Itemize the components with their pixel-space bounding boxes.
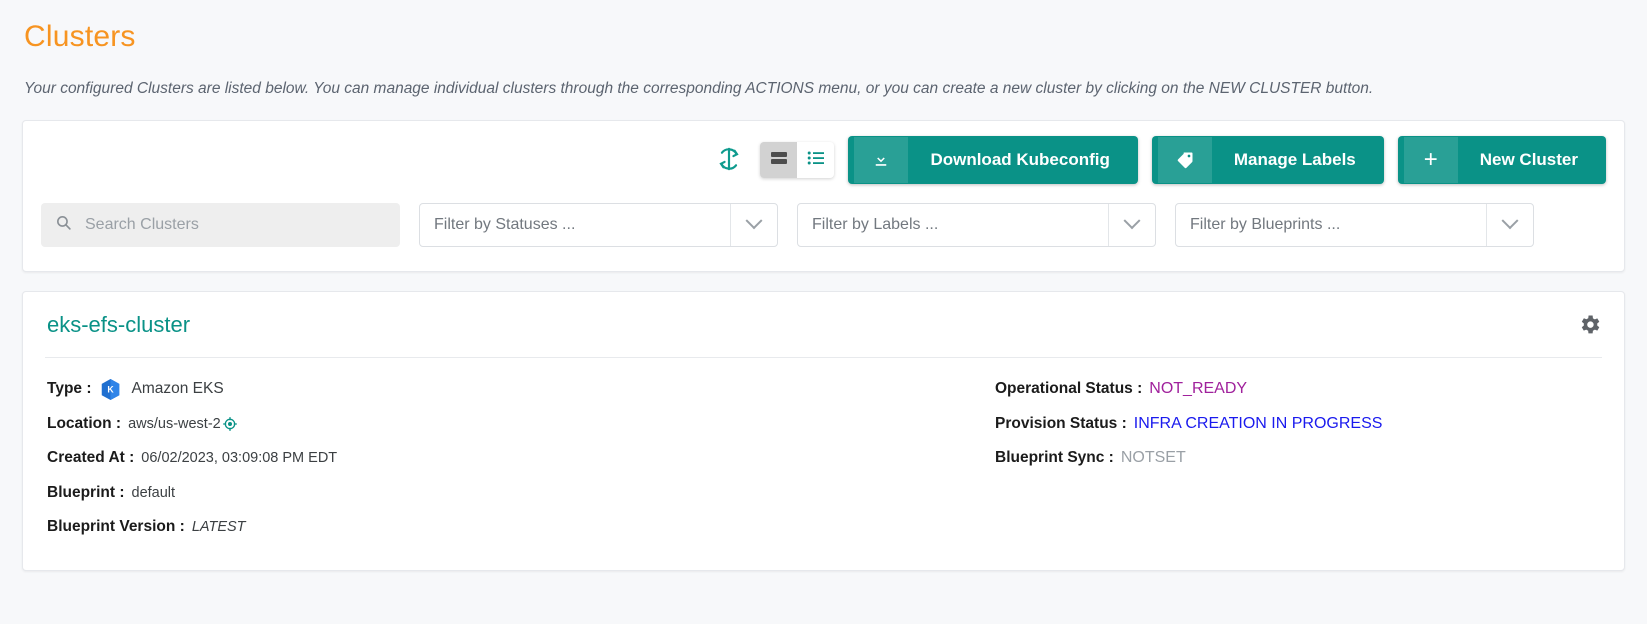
toolbar-card: Download Kubeconfig Manage Labels + New … — [22, 120, 1625, 272]
detail-row-provision-status: Provision Status : INFRA CREATION IN PRO… — [995, 407, 1602, 442]
download-icon — [854, 137, 909, 183]
location-target-icon — [222, 416, 238, 432]
labels-dropdown-arrow[interactable] — [1108, 204, 1155, 246]
detail-row-operational-status: Operational Status : NOT_READY — [995, 372, 1602, 407]
blueprints-dropdown-arrow[interactable] — [1486, 204, 1533, 246]
blueprint-sync-label: Blueprint Sync : — [995, 449, 1114, 467]
chevron-down-icon — [1501, 212, 1519, 230]
tag-icon — [1157, 137, 1212, 183]
chevron-down-icon — [745, 212, 763, 230]
type-value: Amazon EKS — [131, 380, 224, 398]
filter-statuses-select[interactable]: Filter by Statuses ... — [419, 203, 778, 247]
list-view-toggle[interactable] — [797, 142, 834, 178]
cluster-settings-button[interactable] — [1577, 312, 1602, 342]
detail-row-blueprint-version: Blueprint Version : LATEST — [47, 510, 995, 545]
blueprint-label: Blueprint : — [47, 483, 125, 501]
cluster-details-left: Type : K Amazon EKS Location : aws/us-we… — [45, 372, 995, 545]
created-at-label: Created At : — [47, 449, 135, 467]
operational-status-label: Operational Status : — [995, 380, 1143, 398]
statuses-dropdown-arrow[interactable] — [730, 204, 777, 246]
detail-row-blueprint: Blueprint : default — [47, 476, 995, 511]
blueprint-version-value: LATEST — [191, 519, 246, 536]
blueprint-sync-value: NOTSET — [1120, 449, 1186, 467]
gear-icon — [1577, 315, 1602, 341]
svg-text:K: K — [107, 384, 114, 394]
detail-row-created-at: Created At : 06/02/2023, 03:09:08 PM EDT — [47, 441, 995, 476]
plus-icon: + — [1403, 137, 1458, 183]
blueprint-version-label: Blueprint Version : — [47, 518, 185, 536]
blueprint-value: default — [131, 484, 176, 501]
page-title: Clusters — [24, 20, 136, 53]
manage-labels-button[interactable]: Manage Labels — [1151, 136, 1384, 184]
filters-row: Filter by Statuses ... Filter by Labels … — [41, 203, 1606, 247]
detail-row-blueprint-sync: Blueprint Sync : NOTSET — [995, 441, 1602, 476]
view-toggle-group[interactable] — [760, 142, 835, 178]
page-description: Your configured Clusters are listed belo… — [24, 80, 1374, 97]
search-input[interactable] — [83, 215, 386, 235]
detail-row-location: Location : aws/us-west-2 — [47, 407, 995, 442]
new-cluster-label: New Cluster — [1479, 150, 1578, 169]
card-divider — [45, 357, 1602, 358]
clusters-page: Clusters Your configured Clusters are li… — [0, 20, 1647, 624]
download-kubeconfig-label: Download Kubeconfig — [930, 150, 1110, 169]
download-kubeconfig-button[interactable]: Download Kubeconfig — [848, 136, 1138, 184]
operational-status-value: NOT_READY — [1149, 380, 1248, 398]
list-view-icon — [806, 148, 826, 173]
filter-blueprints-select[interactable]: Filter by Blueprints ... — [1175, 203, 1534, 247]
cluster-details-right: Operational Status : NOT_READY Provision… — [995, 372, 1602, 545]
filter-labels-select[interactable]: Filter by Labels ... — [797, 203, 1156, 247]
search-icon — [55, 214, 72, 236]
location-value: aws/us-west-2 — [128, 415, 221, 432]
created-at-value: 06/02/2023, 03:09:08 PM EDT — [141, 450, 338, 467]
type-label: Type : — [47, 380, 92, 398]
card-view-icon — [769, 148, 789, 173]
filter-blueprints-value: Filter by Blueprints ... — [1190, 216, 1341, 233]
refresh-button[interactable] — [712, 142, 746, 179]
new-cluster-button[interactable]: + New Cluster — [1397, 136, 1606, 184]
refresh-icon — [716, 146, 742, 175]
cluster-name-link[interactable]: eks-efs-cluster — [47, 312, 190, 337]
search-clusters-box[interactable] — [41, 203, 400, 247]
eks-hexagon-icon: K — [100, 378, 121, 401]
detail-row-type: Type : K Amazon EKS — [47, 372, 995, 407]
filter-statuses-value: Filter by Statuses ... — [434, 216, 576, 233]
manage-labels-label: Manage Labels — [1233, 150, 1356, 169]
cluster-details: Type : K Amazon EKS Location : aws/us-we… — [45, 372, 1602, 545]
chevron-down-icon — [1123, 212, 1141, 230]
provision-status-value: INFRA CREATION IN PROGRESS — [1133, 414, 1383, 432]
toolbar-row: Download Kubeconfig Manage Labels + New … — [41, 135, 1606, 185]
filter-labels-value: Filter by Labels ... — [812, 216, 939, 233]
cluster-card: eks-efs-cluster Type : K Amazon EKS Loca… — [22, 291, 1625, 571]
provision-status-label: Provision Status : — [995, 414, 1127, 432]
card-view-toggle[interactable] — [760, 142, 798, 178]
location-label: Location : — [47, 414, 122, 432]
